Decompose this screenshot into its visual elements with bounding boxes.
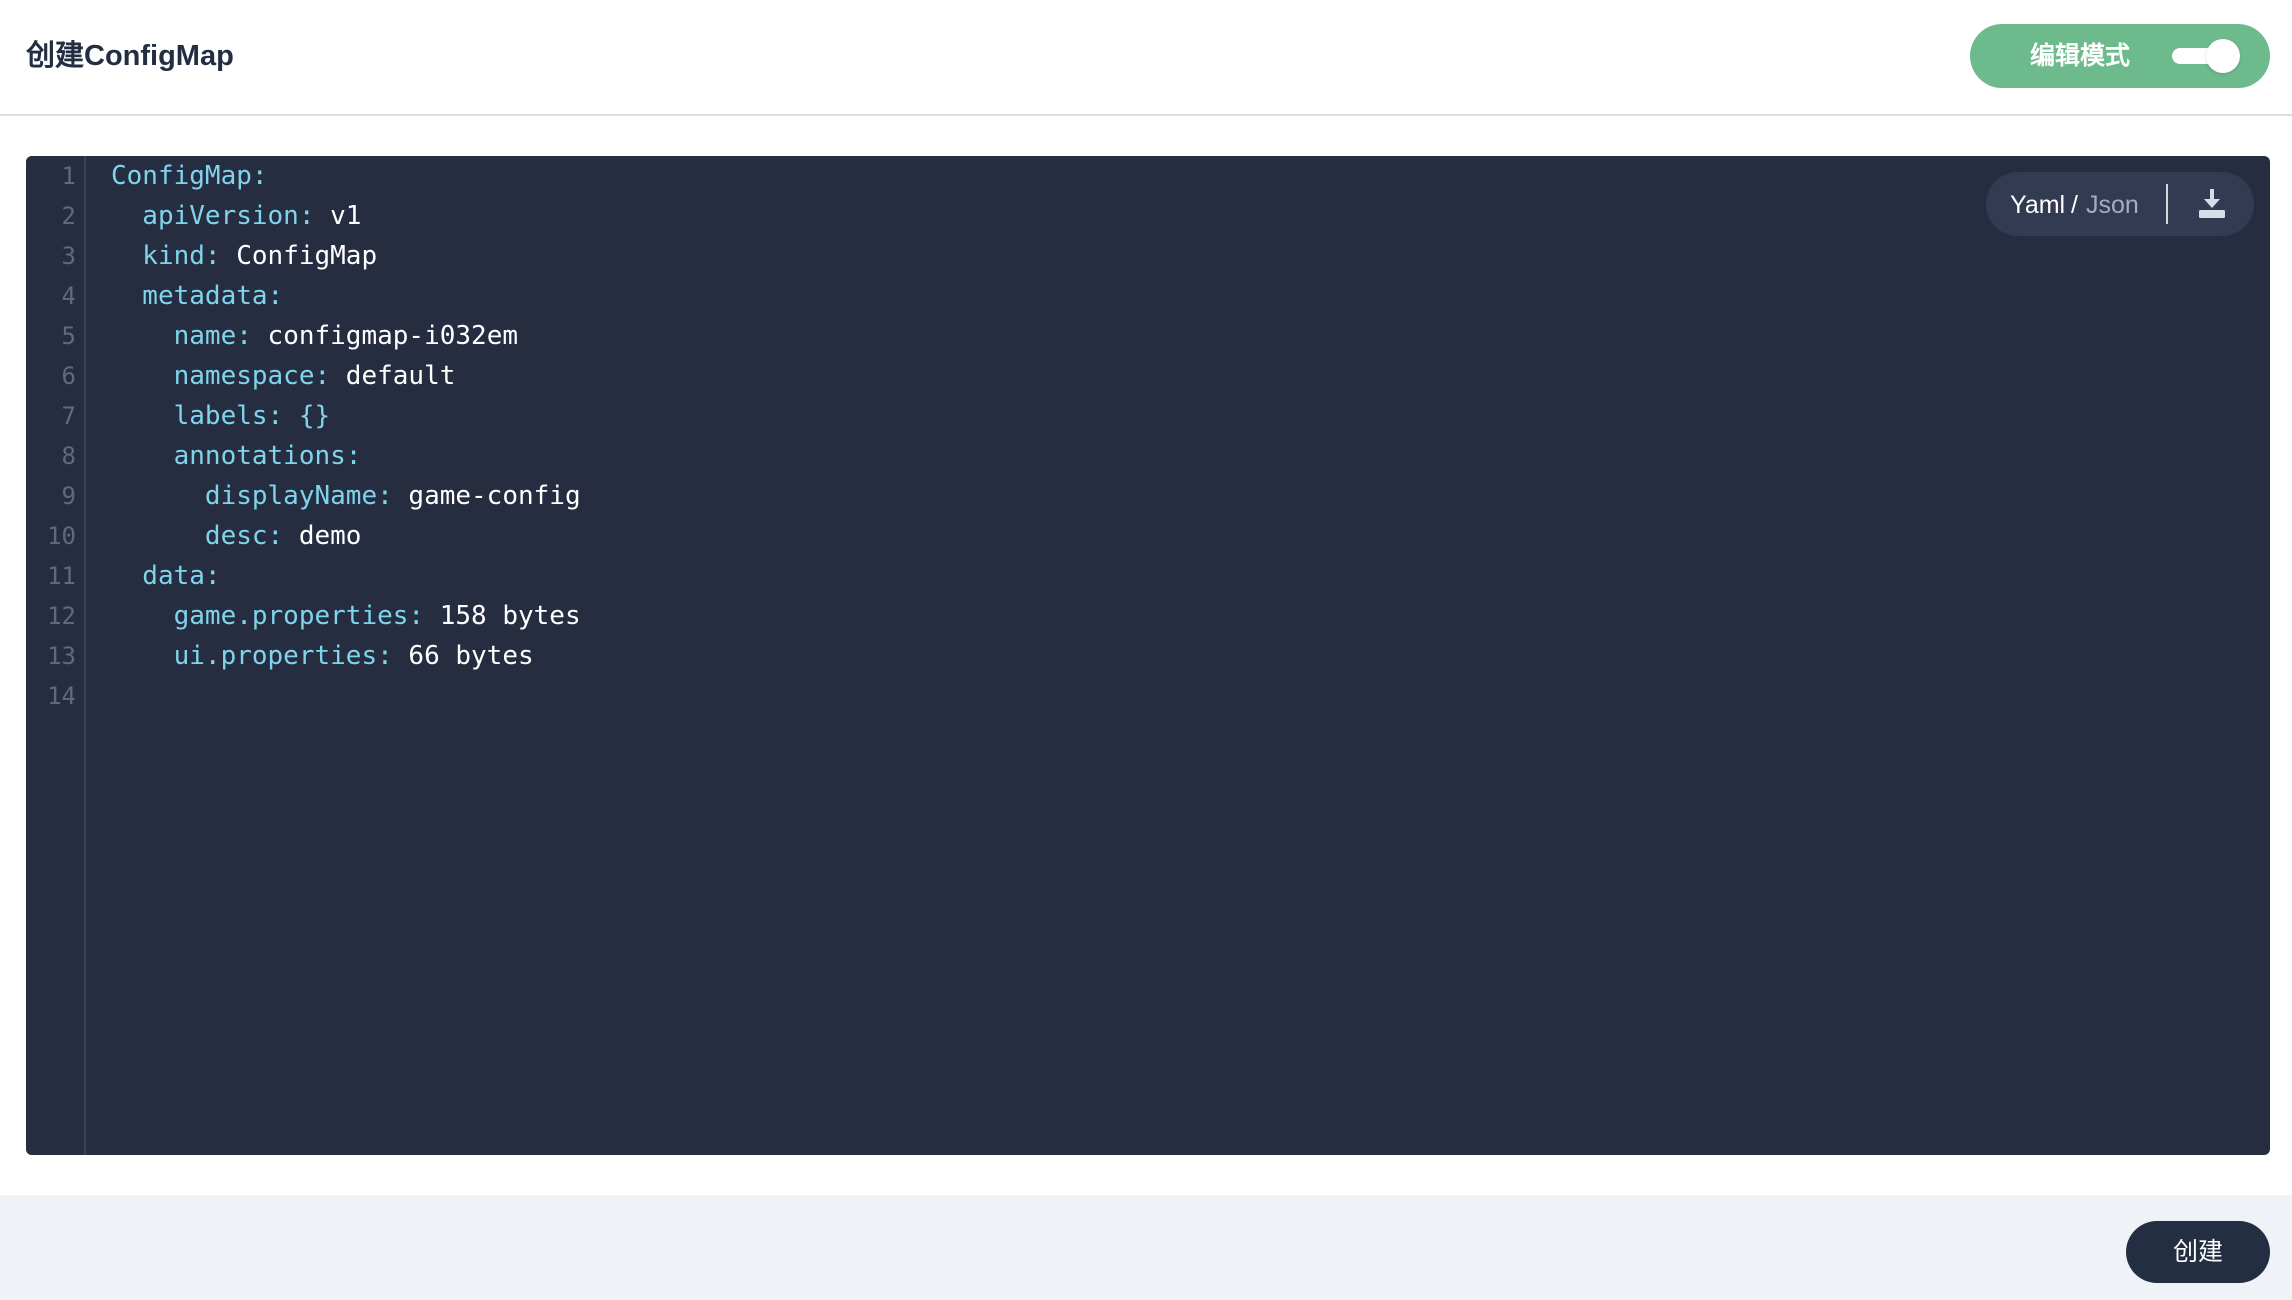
yaml-value: demo bbox=[283, 521, 362, 551]
yaml-value: default bbox=[330, 361, 456, 391]
yaml-value: 158 bytes bbox=[424, 601, 581, 631]
line-number: 10 bbox=[47, 522, 76, 550]
switch-knob[interactable] bbox=[2206, 39, 2240, 73]
line-number: 5 bbox=[61, 322, 76, 350]
yaml-key: metadata: bbox=[111, 281, 284, 311]
format-yaml-option[interactable]: Yaml bbox=[2010, 190, 2065, 220]
yaml-key: ui.properties: bbox=[111, 641, 393, 671]
code-line[interactable]: namespace: default bbox=[111, 356, 456, 396]
format-switcher: Yaml / Json bbox=[1986, 172, 2254, 236]
code-line[interactable]: ConfigMap: bbox=[111, 156, 268, 196]
code-line[interactable]: annotations: bbox=[111, 436, 362, 476]
footer-bar: 创建 bbox=[0, 1195, 2292, 1300]
line-number: 7 bbox=[61, 402, 76, 430]
yaml-key: displayName: bbox=[111, 481, 393, 511]
yaml-value: 66 bytes bbox=[392, 641, 534, 671]
yaml-key: name: bbox=[111, 321, 252, 351]
yaml-key: desc: bbox=[111, 521, 284, 551]
code-line[interactable]: desc: demo bbox=[111, 516, 362, 556]
line-number: 14 bbox=[47, 682, 76, 710]
format-json-option[interactable]: Json bbox=[2086, 190, 2139, 220]
download-icon bbox=[2199, 189, 2225, 218]
yaml-key: annotations: bbox=[111, 441, 362, 471]
line-number: 9 bbox=[61, 482, 76, 510]
yaml-key: ConfigMap: bbox=[111, 161, 268, 191]
line-number: 8 bbox=[61, 442, 76, 470]
code-line[interactable]: labels: {} bbox=[111, 396, 331, 436]
yaml-key: game.properties: bbox=[111, 601, 425, 631]
code-line[interactable]: game.properties: 158 bytes bbox=[111, 596, 581, 636]
format-separator: / bbox=[2071, 191, 2078, 219]
code-editor[interactable]: 1 2 3 4 5 6 7 8 9 10 11 12 13 14 ConfigM… bbox=[26, 156, 2270, 1155]
yaml-value: configmap-i032em bbox=[251, 321, 518, 351]
line-number: 2 bbox=[61, 202, 76, 230]
line-number: 11 bbox=[47, 562, 76, 590]
yaml-value: v1 bbox=[314, 201, 362, 231]
code-line[interactable]: apiVersion: v1 bbox=[111, 196, 361, 236]
download-button[interactable] bbox=[2192, 186, 2232, 222]
line-number: 3 bbox=[61, 242, 76, 270]
code-line[interactable]: ui.properties: 66 bytes bbox=[111, 636, 534, 676]
create-button[interactable]: 创建 bbox=[2126, 1221, 2270, 1283]
yaml-key: labels: {} bbox=[111, 401, 331, 431]
pill-divider bbox=[2166, 184, 2168, 224]
line-number: 1 bbox=[61, 162, 76, 190]
line-number: 6 bbox=[61, 362, 76, 390]
code-line[interactable]: name: configmap-i032em bbox=[111, 316, 518, 356]
edit-mode-toggle[interactable]: 编辑模式 bbox=[1970, 24, 2270, 88]
yaml-key: data: bbox=[111, 561, 221, 591]
yaml-key: kind: bbox=[111, 241, 221, 271]
page-title: 创建ConfigMap bbox=[26, 40, 234, 72]
yaml-value: ConfigMap bbox=[220, 241, 378, 271]
code-line[interactable]: displayName: game-config bbox=[111, 476, 581, 516]
line-number: 13 bbox=[47, 642, 76, 670]
code-line[interactable]: kind: ConfigMap bbox=[111, 236, 377, 276]
edit-mode-label: 编辑模式 bbox=[2030, 42, 2131, 70]
code-line[interactable]: data: bbox=[111, 556, 221, 596]
code-line[interactable]: metadata: bbox=[111, 276, 283, 316]
line-number: 4 bbox=[61, 282, 76, 310]
yaml-key: apiVersion: bbox=[111, 201, 315, 231]
yaml-value: game-config bbox=[392, 481, 581, 511]
line-number-gutter: 1 2 3 4 5 6 7 8 9 10 11 12 13 14 bbox=[26, 156, 86, 1155]
page: 创建ConfigMap 编辑模式 1 2 3 4 5 6 7 8 9 10 11… bbox=[0, 0, 2292, 1300]
line-number: 12 bbox=[47, 602, 76, 630]
yaml-key: namespace: bbox=[111, 361, 331, 391]
header-bar: 创建ConfigMap 编辑模式 bbox=[0, 0, 2292, 116]
